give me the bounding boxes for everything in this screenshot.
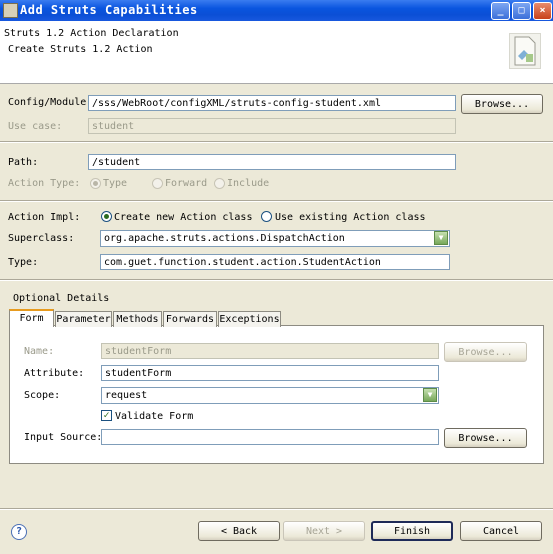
action-type-include-radio: [214, 178, 225, 189]
type-field[interactable]: com.guet.function.student.action.Student…: [100, 254, 450, 270]
validate-form-checkbox[interactable]: ✓: [101, 410, 112, 421]
input-source-field[interactable]: [101, 429, 439, 445]
help-icon[interactable]: ?: [11, 524, 27, 540]
action-type-forward-radio: [152, 178, 163, 189]
create-new-action-radio[interactable]: [101, 211, 112, 222]
path-field[interactable]: /student: [88, 154, 456, 170]
wizard-document-icon: [509, 33, 541, 69]
close-icon[interactable]: ×: [533, 2, 552, 20]
separator: [0, 508, 553, 510]
action-impl-label: Action Impl:: [8, 212, 81, 223]
input-source-label: Input Source:: [24, 432, 103, 443]
scope-label: Scope:: [24, 390, 61, 401]
window-title: Add Struts Capabilities: [20, 3, 198, 17]
use-existing-action-label[interactable]: Use existing Action class: [275, 212, 426, 223]
use-case-label: Use case:: [8, 121, 63, 132]
action-type-include-label: Include: [227, 178, 270, 189]
validate-form-label[interactable]: Validate Form: [115, 411, 193, 422]
next-button: Next >: [283, 521, 365, 541]
form-name-browse-button: Browse...: [444, 342, 527, 362]
config-browse-button[interactable]: Browse...: [461, 94, 543, 114]
use-case-field: student: [88, 118, 456, 134]
attribute-label: Attribute:: [24, 368, 85, 379]
config-module-label: Config/Module:: [8, 97, 93, 108]
tab-parameter[interactable]: Parameter: [55, 311, 112, 327]
separator: [0, 200, 553, 202]
maximize-icon[interactable]: □: [512, 2, 531, 20]
form-name-field: studentForm: [101, 343, 439, 359]
tab-methods[interactable]: Methods: [113, 311, 162, 327]
action-type-type-label: Type: [103, 178, 128, 189]
action-type-label: Action Type:: [8, 178, 81, 189]
config-module-field[interactable]: /sss/WebRoot/configXML/struts-config-stu…: [88, 95, 456, 111]
back-button[interactable]: < Back: [198, 521, 280, 541]
create-new-action-label[interactable]: Create new Action class: [114, 212, 252, 223]
input-source-browse-button[interactable]: Browse...: [444, 428, 527, 448]
tab-exceptions[interactable]: Exceptions: [218, 311, 281, 327]
type-label: Type:: [8, 257, 39, 268]
tab-form[interactable]: Form: [9, 309, 54, 327]
page-title: Struts 1.2 Action Declaration: [4, 28, 179, 39]
path-label: Path:: [8, 157, 39, 168]
superclass-label: Superclass:: [8, 233, 75, 244]
app-icon: [3, 3, 18, 18]
separator: [0, 279, 553, 281]
cancel-button[interactable]: Cancel: [460, 521, 542, 541]
separator: [0, 141, 553, 143]
attribute-field[interactable]: studentForm: [101, 365, 439, 381]
use-existing-action-radio[interactable]: [261, 211, 272, 222]
tab-forwards[interactable]: Forwards: [163, 311, 217, 327]
superclass-combo[interactable]: org.apache.struts.actions.DispatchAction: [100, 230, 450, 247]
scope-combo[interactable]: request: [101, 387, 439, 404]
page-subtitle: Create Struts 1.2 Action: [8, 44, 153, 55]
form-name-label: Name:: [24, 346, 55, 357]
finish-button[interactable]: Finish: [371, 521, 453, 541]
action-type-type-radio: [90, 178, 101, 189]
superclass-chevron-down-icon[interactable]: ▼: [434, 231, 448, 245]
optional-details-label: Optional Details: [13, 293, 110, 304]
scope-chevron-down-icon[interactable]: ▼: [423, 388, 437, 402]
minimize-icon[interactable]: _: [491, 2, 510, 20]
action-type-forward-label: Forward: [165, 178, 208, 189]
